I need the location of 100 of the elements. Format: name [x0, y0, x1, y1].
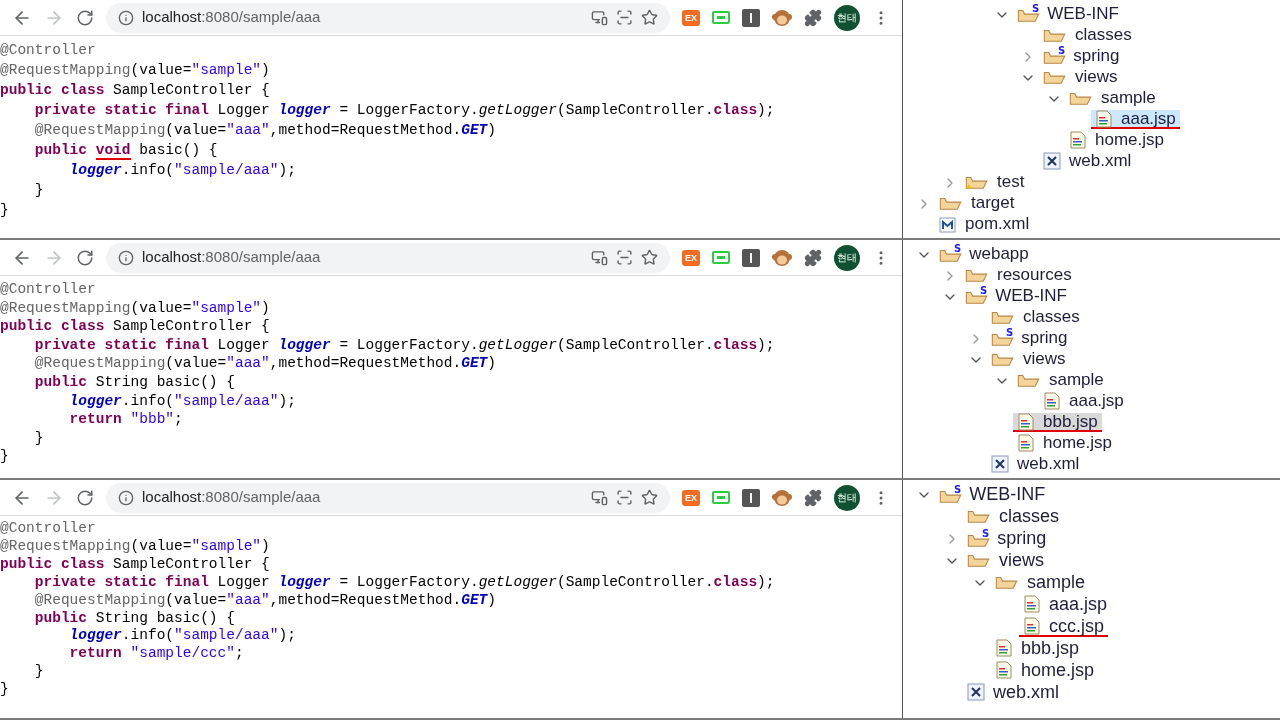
url-text: localhost:8080/sample/aaa	[142, 487, 321, 508]
spring-letter: S	[1032, 4, 1040, 14]
code-line: @RequestMapping(value="aaa",method=RequestMethod.GET)	[33, 121, 497, 140]
tree-item[interactable]: target	[935, 194, 1019, 213]
code-line: @Controller	[0, 520, 97, 538]
tree-item[interactable]: views	[987, 350, 1070, 369]
tree-item[interactable]: test	[961, 173, 1029, 192]
monkey-icon[interactable]	[772, 7, 792, 28]
xml-file-icon	[991, 454, 1009, 473]
tree-item[interactable]: S spring	[1039, 47, 1124, 66]
code-line: }	[0, 201, 10, 220]
folder-icon	[995, 574, 1019, 590]
cast-icon[interactable]	[591, 489, 608, 506]
spring-letter: S	[954, 244, 962, 254]
monkey-icon[interactable]	[772, 487, 792, 508]
spring-letter: S	[1058, 46, 1066, 56]
tree-item[interactable]: home.jsp	[1065, 131, 1168, 150]
reload-icon[interactable]	[76, 488, 94, 507]
info-icon[interactable]	[118, 249, 134, 266]
extensions-icon[interactable]	[804, 8, 822, 27]
code-line: public void basic() {	[33, 141, 219, 160]
code-line: }	[33, 428, 45, 448]
maven-file-icon	[939, 214, 957, 233]
info-icon[interactable]	[118, 489, 134, 506]
tree-item[interactable]: sample	[1065, 89, 1160, 108]
jsp-file-icon	[1023, 595, 1041, 613]
xml-file-icon	[1043, 151, 1061, 170]
spring-letter: S	[1006, 328, 1014, 338]
tree-item[interactable]: aaa.jsp	[1039, 392, 1128, 411]
folder-icon	[967, 508, 991, 524]
code-line: logger.info("sample/aaa");	[68, 391, 297, 411]
tree-item[interactable]: S WEB-INF	[935, 485, 1050, 505]
code-line: }	[33, 663, 45, 682]
reload-icon[interactable]	[76, 8, 94, 27]
tree-item[interactable]: S webapp	[935, 245, 1033, 264]
tree-item[interactable]: classes	[1039, 26, 1136, 45]
tree-item[interactable]: resources	[961, 266, 1076, 285]
tree-item[interactable]: bbb.jsp	[1013, 413, 1102, 432]
bookmark-star-icon[interactable]	[641, 249, 658, 266]
tree-item[interactable]: sample	[1013, 371, 1108, 390]
tree-item[interactable]: home.jsp	[1013, 434, 1116, 453]
address-bar[interactable]: localhost:8080/sample/aaa	[106, 242, 670, 273]
code-line: logger.info("sample/aaa");	[68, 627, 297, 646]
code-line: logger.info("sample/aaa");	[68, 161, 297, 180]
code-line: public class SampleController {	[0, 555, 271, 574]
code-line: return "bbb";	[68, 410, 184, 429]
address-bar[interactable]: localhost:8080/sample/aaa	[106, 2, 670, 33]
cast-icon[interactable]	[591, 249, 608, 266]
tree-item[interactable]: S spring	[963, 529, 1051, 549]
tree-item[interactable]: views	[963, 551, 1048, 571]
code-line: @Controller	[0, 280, 97, 299]
tree-item[interactable]: classes	[963, 507, 1064, 527]
spring-letter: S	[980, 286, 988, 296]
address-bar[interactable]: localhost:8080/sample/aaa	[106, 482, 670, 513]
tree-item[interactable]: S spring	[987, 329, 1072, 348]
monkey-icon[interactable]	[772, 247, 792, 268]
tree-item[interactable]: web.xml	[963, 683, 1063, 703]
jsp-file-icon	[1069, 130, 1087, 149]
tree-item[interactable]: web.xml	[987, 455, 1084, 474]
tree-item[interactable]: S WEB-INF	[961, 287, 1071, 306]
profile-avatar[interactable]: 현태	[834, 484, 860, 511]
tile-extension-icon[interactable]	[742, 8, 760, 27]
reload-icon[interactable]	[76, 248, 94, 267]
tree-item[interactable]: aaa.jsp	[1019, 595, 1112, 615]
tree-item[interactable]: home.jsp	[991, 661, 1099, 681]
tile-extension-icon[interactable]	[742, 248, 760, 267]
bookmark-star-icon[interactable]	[641, 9, 658, 26]
tree-item[interactable]: web.xml	[1039, 152, 1136, 171]
tree-item[interactable]: S WEB-INF	[1013, 5, 1123, 24]
tile-extension-icon[interactable]	[742, 488, 760, 507]
tree-item[interactable]: aaa.jsp	[1091, 110, 1180, 129]
folder-icon	[967, 552, 991, 568]
bookmark-star-icon[interactable]	[641, 489, 658, 506]
jsp-file-icon	[1043, 391, 1061, 410]
scan-icon[interactable]	[616, 489, 633, 506]
tree-item[interactable]: bbb.jsp	[991, 639, 1084, 659]
tree-item[interactable]: ccc.jsp	[1019, 617, 1108, 637]
jsp-file-icon	[1017, 433, 1035, 452]
code-line: public class SampleController {	[0, 317, 271, 336]
scan-icon[interactable]	[616, 249, 633, 266]
tree-item[interactable]: sample	[991, 573, 1090, 593]
url-text: localhost:8080/sample/aaa	[142, 7, 321, 28]
tree-item[interactable]: views	[1039, 68, 1122, 87]
info-icon[interactable]	[118, 9, 134, 26]
jsp-file-icon	[1095, 109, 1113, 128]
extensions-icon[interactable]	[804, 248, 822, 267]
code-line: private static final Logger logger = LoggerFactory.getLogger(SampleController.class);	[33, 335, 776, 355]
cast-icon[interactable]	[591, 9, 608, 26]
tree-item[interactable]: pom.xml	[935, 215, 1034, 234]
tree-item[interactable]: classes	[987, 308, 1084, 327]
profile-avatar[interactable]: 현태	[834, 4, 860, 31]
profile-avatar[interactable]: 현태	[834, 244, 860, 271]
code-line: @RequestMapping(value="aaa",method=RequestMethod.GET)	[33, 591, 497, 610]
scan-icon[interactable]	[616, 9, 633, 26]
jsp-file-icon	[1017, 412, 1035, 431]
url-text: localhost:8080/sample/aaa	[142, 247, 321, 268]
code-line: @Controller	[0, 41, 97, 60]
code-line: @RequestMapping(value="sample")	[0, 298, 271, 318]
jsp-file-icon	[995, 639, 1013, 657]
extensions-icon[interactable]	[804, 488, 822, 507]
